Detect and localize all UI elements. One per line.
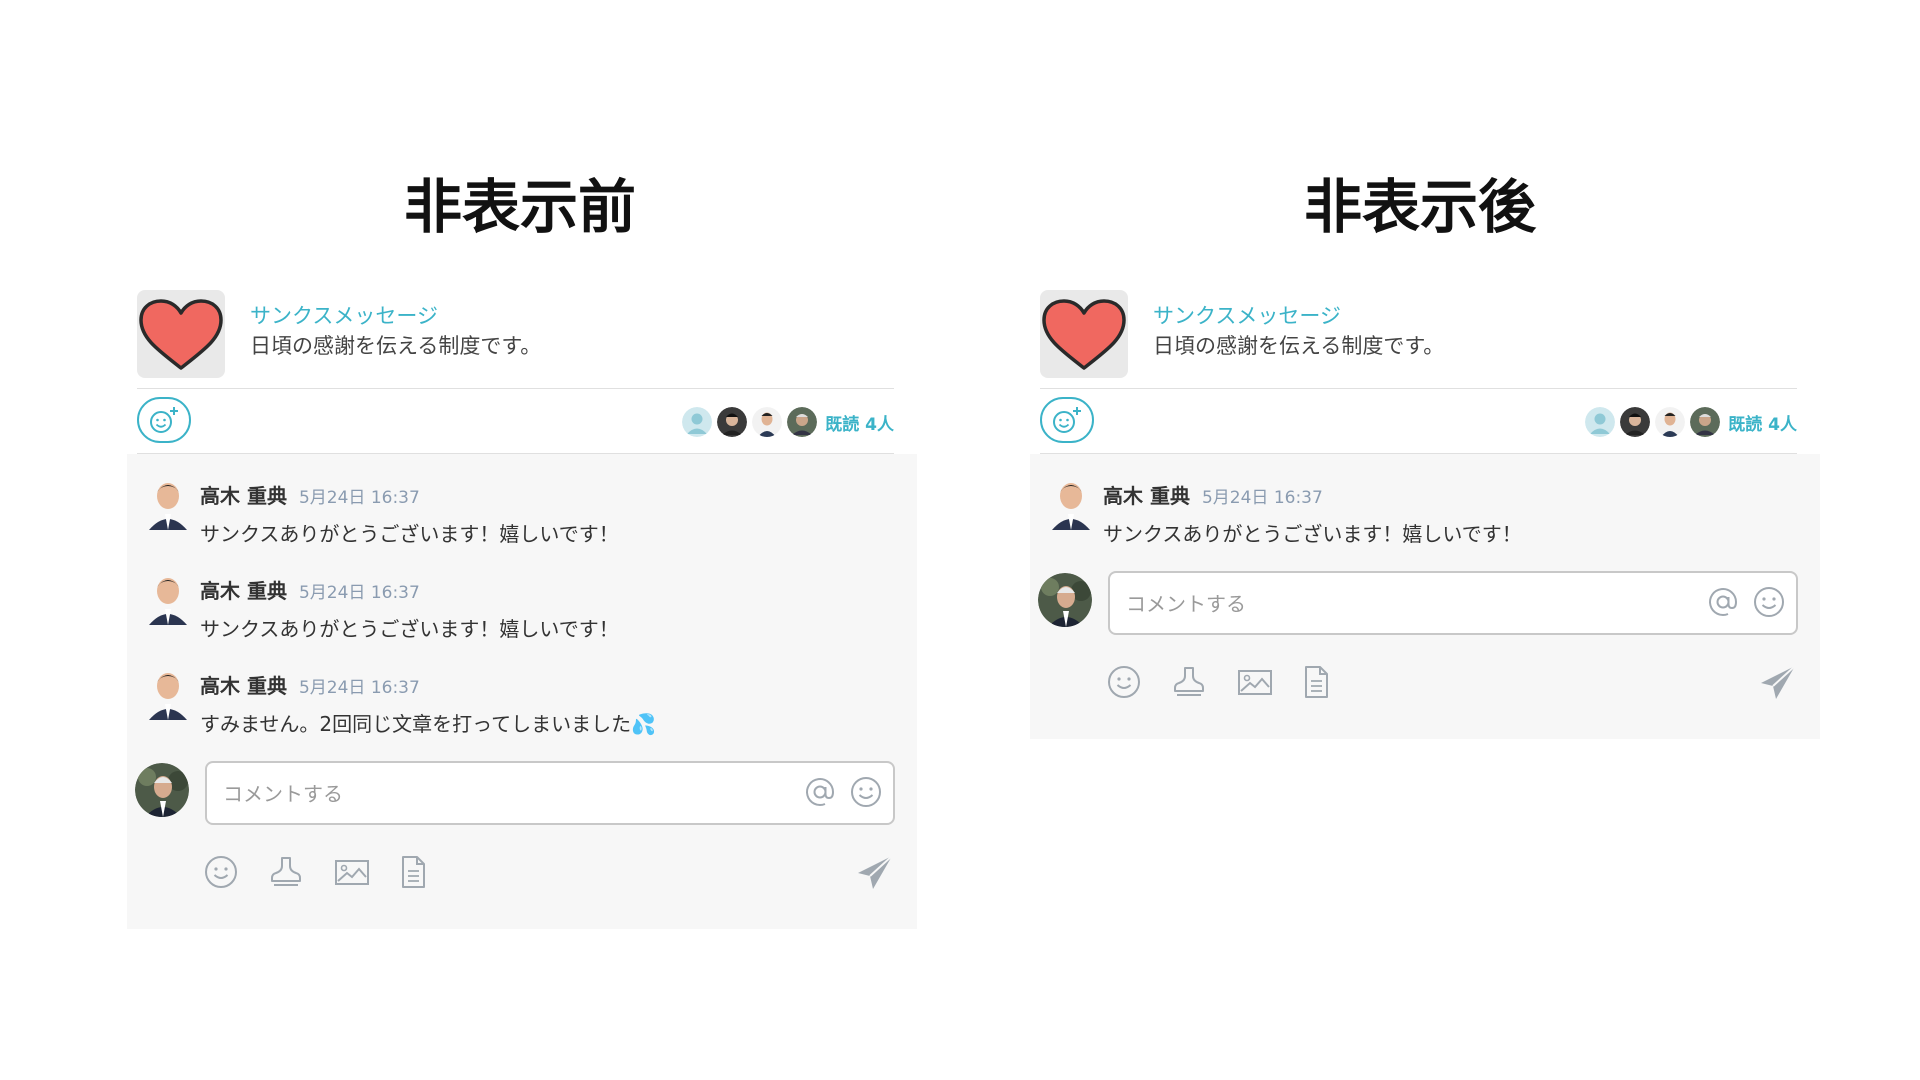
comment-input-row: [1030, 571, 1820, 643]
panel-title-after: 非表示後: [1303, 173, 1536, 241]
file-icon: [1305, 666, 1328, 698]
emoji-icon: [1108, 666, 1140, 698]
comment-item: 高木 重典 5月24日 16:37 サンクスありがとうございます！嬉しいです！: [127, 472, 917, 567]
commenter-avatar: [145, 668, 191, 720]
read-receipts[interactable]: 既読 4人: [682, 407, 894, 437]
reaction-bar: 既読 4人: [1040, 389, 1797, 453]
commenter-avatar: [145, 478, 191, 530]
comment-text: サンクスありがとうございます！嬉しいです！: [200, 617, 619, 641]
reader-avatar: [1585, 407, 1616, 437]
reader-avatar: [1655, 407, 1686, 437]
message-header: サンクスメッセージ 日頃の感謝を伝える制度です。: [1040, 290, 1810, 382]
stamp-icon: [1174, 667, 1204, 696]
read-receipts[interactable]: 既読 4人: [1585, 407, 1797, 437]
at-icon[interactable]: [1706, 585, 1740, 619]
comment-time: 5月24日 16:37: [298, 583, 420, 603]
comment-input-box[interactable]: [205, 761, 895, 825]
comment-input[interactable]: [1124, 587, 1688, 621]
send-button[interactable]: [855, 853, 895, 893]
file-button[interactable]: [394, 853, 432, 891]
add-reaction-icon: [150, 407, 178, 433]
image-icon: [335, 860, 369, 885]
message-title[interactable]: サンクスメッセージ: [1153, 302, 1444, 330]
my-avatar: [135, 763, 189, 817]
add-reaction-icon: [1053, 407, 1081, 433]
comment-input-row: [127, 761, 917, 833]
reader-avatar: [682, 407, 713, 437]
reaction-bar: 既読 4人: [137, 389, 894, 453]
message-description: 日頃の感謝を伝える制度です。: [250, 334, 542, 358]
read-count: 既読 4人: [1728, 414, 1797, 435]
at-icon[interactable]: [803, 775, 837, 809]
comments-area: 高木 重典 5月24日 16:37 サンクスありがとうございます！嬉しいです！ 高…: [127, 454, 917, 929]
comment-time: 5月24日 16:37: [298, 678, 420, 698]
stamp-icon: [271, 857, 301, 886]
send-button[interactable]: [1758, 663, 1798, 703]
heart-icon: [137, 290, 225, 378]
my-avatar: [1038, 573, 1092, 627]
add-reaction-button[interactable]: [137, 397, 191, 443]
comment-author[interactable]: 高木 重典: [200, 674, 287, 698]
thread-panel-before: サンクスメッセージ 日頃の感謝を伝える制度です。 既読 4人 高木 重典 5月2…: [127, 290, 917, 929]
comment-item: 高木 重典 5月24日 16:37 すみません。2回同じ文章を打ってしまいました💦: [127, 662, 917, 757]
comment-text: すみません。2回同じ文章を打ってしまいました💦: [200, 712, 657, 736]
reader-avatar: [1620, 407, 1651, 437]
comments-area: 高木 重典 5月24日 16:37 サンクスありがとうございます！嬉しいです！: [1030, 454, 1820, 739]
emoji-icon[interactable]: [1752, 585, 1786, 619]
read-count: 既読 4人: [825, 414, 894, 435]
comment-author[interactable]: 高木 重典: [1103, 484, 1190, 508]
reader-avatar: [787, 407, 818, 437]
stamp-button[interactable]: [267, 853, 305, 891]
message-header: サンクスメッセージ 日頃の感謝を伝える制度です。: [137, 290, 907, 382]
emoji-icon: [205, 856, 237, 888]
image-button[interactable]: [1236, 663, 1274, 701]
reader-avatar: [1690, 407, 1721, 437]
commenter-avatar: [1048, 478, 1094, 530]
file-icon: [402, 856, 425, 888]
comment-input-box[interactable]: [1108, 571, 1798, 635]
comment-input[interactable]: [221, 777, 785, 811]
commenter-avatar: [145, 573, 191, 625]
emoji-button[interactable]: [202, 853, 240, 891]
stamp-button[interactable]: [1170, 663, 1208, 701]
thread-panel-after: サンクスメッセージ 日頃の感謝を伝える制度です。 既読 4人 高木 重典 5月2…: [1030, 290, 1820, 739]
comment-toolbar: [1030, 651, 1820, 721]
emoji-icon[interactable]: [849, 775, 883, 809]
comment-item: 高木 重典 5月24日 16:37 サンクスありがとうございます！嬉しいです！: [127, 567, 917, 662]
send-icon: [858, 855, 893, 889]
comment-time: 5月24日 16:37: [298, 488, 420, 508]
comment-item: 高木 重典 5月24日 16:37 サンクスありがとうございます！嬉しいです！: [1030, 472, 1820, 567]
reader-avatar: [717, 407, 748, 437]
message-title[interactable]: サンクスメッセージ: [250, 302, 541, 330]
image-button[interactable]: [333, 853, 371, 891]
comment-author[interactable]: 高木 重典: [200, 579, 287, 603]
add-reaction-button[interactable]: [1040, 397, 1094, 443]
image-icon: [1238, 670, 1272, 695]
emoji-button[interactable]: [1105, 663, 1143, 701]
comment-text: サンクスありがとうございます！嬉しいです！: [1103, 522, 1522, 546]
send-icon: [1761, 665, 1796, 699]
file-button[interactable]: [1297, 663, 1335, 701]
comment-toolbar: [127, 841, 917, 911]
heart-icon: [1040, 290, 1128, 378]
comment-author[interactable]: 高木 重典: [200, 484, 287, 508]
message-description: 日頃の感謝を伝える制度です。: [1153, 334, 1445, 358]
panel-title-before: 非表示前: [403, 173, 636, 241]
comment-time: 5月24日 16:37: [1201, 488, 1323, 508]
comment-text: サンクスありがとうございます！嬉しいです！: [200, 522, 619, 546]
reader-avatar: [752, 407, 783, 437]
